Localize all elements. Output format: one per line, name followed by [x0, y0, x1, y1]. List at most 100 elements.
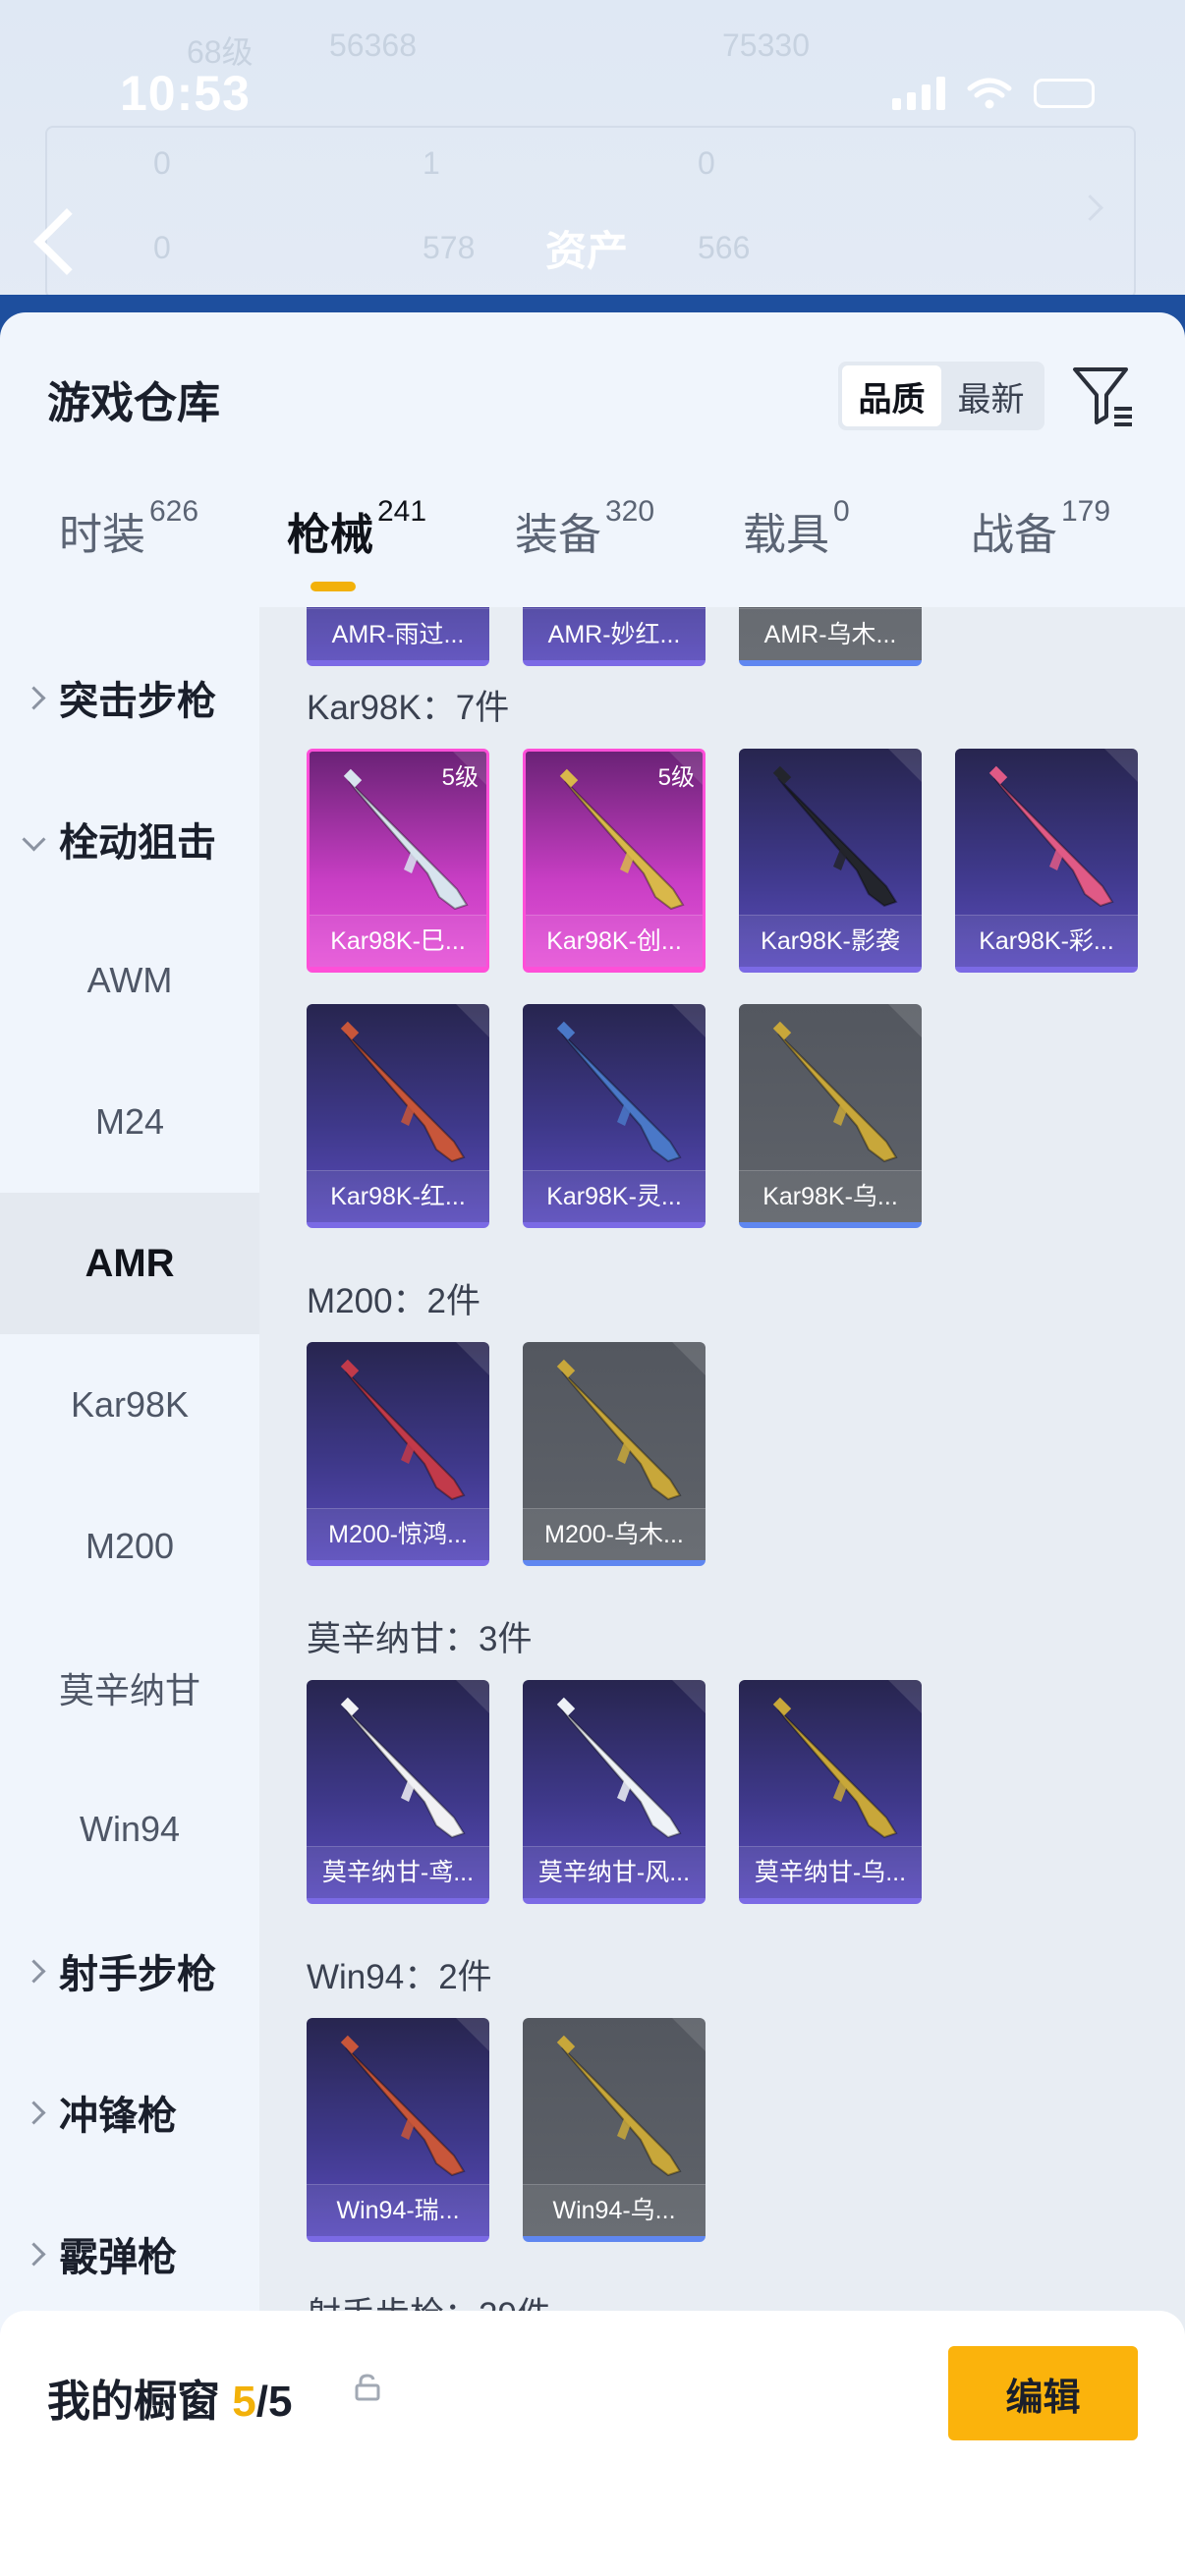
weapon-card[interactable]: Kar98K-红...: [307, 1004, 489, 1228]
tab-label: 装备: [515, 511, 601, 559]
tab-label: 战备: [971, 511, 1057, 559]
chevron-right-icon: [22, 1959, 46, 1984]
sidebar-item-label: 突击步枪: [59, 680, 216, 723]
weapon-name: 莫辛纳甘-风...: [523, 1846, 705, 1898]
weapon-name: Kar98K-红...: [307, 1170, 489, 1222]
sidebar-item[interactable]: Win94: [0, 1759, 259, 1900]
tab-count: 626: [149, 495, 199, 528]
sidebar-item[interactable]: M24: [0, 1051, 259, 1193]
status-icons: [892, 77, 1095, 110]
tab-fashion[interactable]: 时装 626: [59, 495, 198, 562]
weapon-card[interactable]: 5级 Kar98K-巳...: [307, 749, 489, 973]
tab-vehicles[interactable]: 载具 0: [743, 495, 850, 562]
sidebar-item-label: AWM: [86, 960, 173, 1000]
sidebar-item[interactable]: 霰弹枪: [0, 2183, 259, 2324]
tab-count: 0: [833, 495, 850, 528]
weapon-name: Win94-乌...: [523, 2184, 705, 2236]
weapon-name: M200-惊鸿...: [307, 1508, 489, 1560]
sidebar-item-label: 射手步枪: [59, 1953, 216, 1996]
edit-button[interactable]: 编辑: [948, 2346, 1138, 2440]
chevron-right-icon: [22, 2242, 46, 2267]
sidebar-item[interactable]: 栓动狙击: [0, 768, 259, 910]
weapon-card[interactable]: Kar98K-乌...: [739, 1004, 922, 1228]
tab-guns[interactable]: 枪械 241: [287, 495, 426, 562]
sort-newest-button[interactable]: 最新: [941, 365, 1041, 426]
filter-icon[interactable]: [1071, 364, 1136, 428]
rifle-icon: [556, 1359, 682, 1501]
weapon-card[interactable]: Kar98K-灵...: [523, 1004, 705, 1228]
showcase-separator: /: [255, 2378, 268, 2426]
tab-count: 320: [605, 495, 655, 528]
tab-label: 枪械: [287, 511, 373, 559]
weapon-card[interactable]: M200-乌木...: [523, 1342, 705, 1566]
weapon-category-sidebar: 突击步枪栓动狙击 AWM M24 AMR Kar98K M200 莫辛纳甘 Win94 射手步枪…: [0, 607, 259, 2543]
rifle-icon: [772, 1021, 898, 1163]
weapon-card[interactable]: 莫辛纳甘-风...: [523, 1680, 705, 1904]
sort-toggle: 品质 最新: [838, 362, 1044, 430]
background-page-header: 68级 56368 75330 0 1 0 0 578 566 资产 10:53: [0, 0, 1185, 324]
rifle-icon: [772, 1697, 898, 1839]
sidebar-item-label: Kar98K: [70, 1384, 190, 1425]
weapon-card[interactable]: 5级 Kar98K-创...: [523, 749, 705, 973]
weapon-card[interactable]: Win94-瑞...: [307, 2018, 489, 2242]
weapon-grid: AMR-雨过... AMR-妙红... AMR-乌木... Kar98K：7件 5级 Ka…: [259, 607, 1185, 2509]
weapon-name: AMR-妙红...: [523, 608, 705, 660]
rifle-icon: [340, 1021, 466, 1163]
ghost-score-text: 56368: [329, 28, 417, 63]
weapon-card[interactable]: AMR-妙红...: [523, 607, 705, 666]
weapon-name: AMR-乌木...: [739, 608, 922, 660]
sidebar-item[interactable]: 突击步枪: [0, 627, 259, 768]
showcase-label: 我的橱窗 5/5: [47, 2366, 292, 2429]
level-badge: 5级: [657, 764, 695, 791]
chevron-right-icon: [22, 686, 46, 710]
sidebar-item-label: M24: [94, 1101, 165, 1142]
battery-icon: [1034, 79, 1095, 108]
weapon-name: AMR-雨过...: [307, 608, 489, 660]
sidebar-item-label: M200: [85, 1526, 175, 1566]
sidebar-item[interactable]: AMR: [0, 1193, 259, 1334]
weapon-card[interactable]: 莫辛纳甘-鸢...: [307, 1680, 489, 1904]
active-tab-indicator: [310, 582, 356, 591]
rifle-icon: [340, 1697, 466, 1839]
weapon-name: 莫辛纳甘-鸢...: [307, 1846, 489, 1898]
tab-count: 241: [377, 495, 427, 528]
sidebar-item[interactable]: 射手步枪: [0, 1900, 259, 2042]
background-page-title: 资产: [545, 228, 629, 274]
sidebar-item[interactable]: M200: [0, 1476, 259, 1617]
showcase-current-count: 5: [232, 2378, 256, 2426]
rifle-icon: [340, 2035, 466, 2177]
weapon-card[interactable]: 莫辛纳甘-乌...: [739, 1680, 922, 1904]
sidebar-item[interactable]: 莫辛纳甘: [0, 1617, 259, 1759]
weapon-card[interactable]: AMR-乌木...: [739, 607, 922, 666]
chevron-right-icon: [22, 2100, 46, 2125]
weapon-card[interactable]: AMR-雨过...: [307, 607, 489, 666]
tab-count: 179: [1061, 495, 1111, 528]
warehouse-sheet: 游戏仓库 品质 最新 时装 626 枪械 241 装备 320 载具 0 战备 …: [0, 312, 1185, 2576]
group-label: M200：2件: [307, 1282, 481, 1320]
showcase-total-count: 5: [267, 2378, 293, 2426]
sidebar-item[interactable]: Kar98K: [0, 1334, 259, 1476]
sort-quality-button[interactable]: 品质: [842, 365, 941, 426]
sidebar-item-label: 冲锋枪: [59, 2095, 177, 2138]
weapon-card[interactable]: Win94-乌...: [523, 2018, 705, 2242]
group-label: Win94：2件: [307, 1958, 492, 1996]
chevron-down-icon: [22, 827, 46, 852]
weapon-card[interactable]: Kar98K-彩...: [955, 749, 1138, 973]
sidebar-item[interactable]: AWM: [0, 910, 259, 1051]
level-badge: 5级: [441, 764, 479, 791]
sidebar-item[interactable]: 冲锋枪: [0, 2042, 259, 2183]
sheet-title: 游戏仓库: [47, 379, 220, 427]
weapon-name: 莫辛纳甘-乌...: [739, 1846, 922, 1898]
tab-label: 时装: [59, 511, 145, 559]
showcase-bar: 我的橱窗 5/5 编辑: [0, 2311, 1185, 2576]
weapon-name: Win94-瑞...: [307, 2184, 489, 2236]
tab-supplies[interactable]: 战备 179: [971, 495, 1110, 562]
group-label: Kar98K：7件: [307, 689, 510, 727]
weapon-card[interactable]: Kar98K-影袭: [739, 749, 922, 973]
weapon-name: Kar98K-巳...: [310, 915, 486, 967]
sidebar-item-label: 霰弹枪: [59, 2236, 177, 2279]
weapon-name: Kar98K-乌...: [739, 1170, 922, 1222]
rifle-icon: [340, 1359, 466, 1501]
weapon-card[interactable]: M200-惊鸿...: [307, 1342, 489, 1566]
tab-equipment[interactable]: 装备 320: [515, 495, 654, 562]
